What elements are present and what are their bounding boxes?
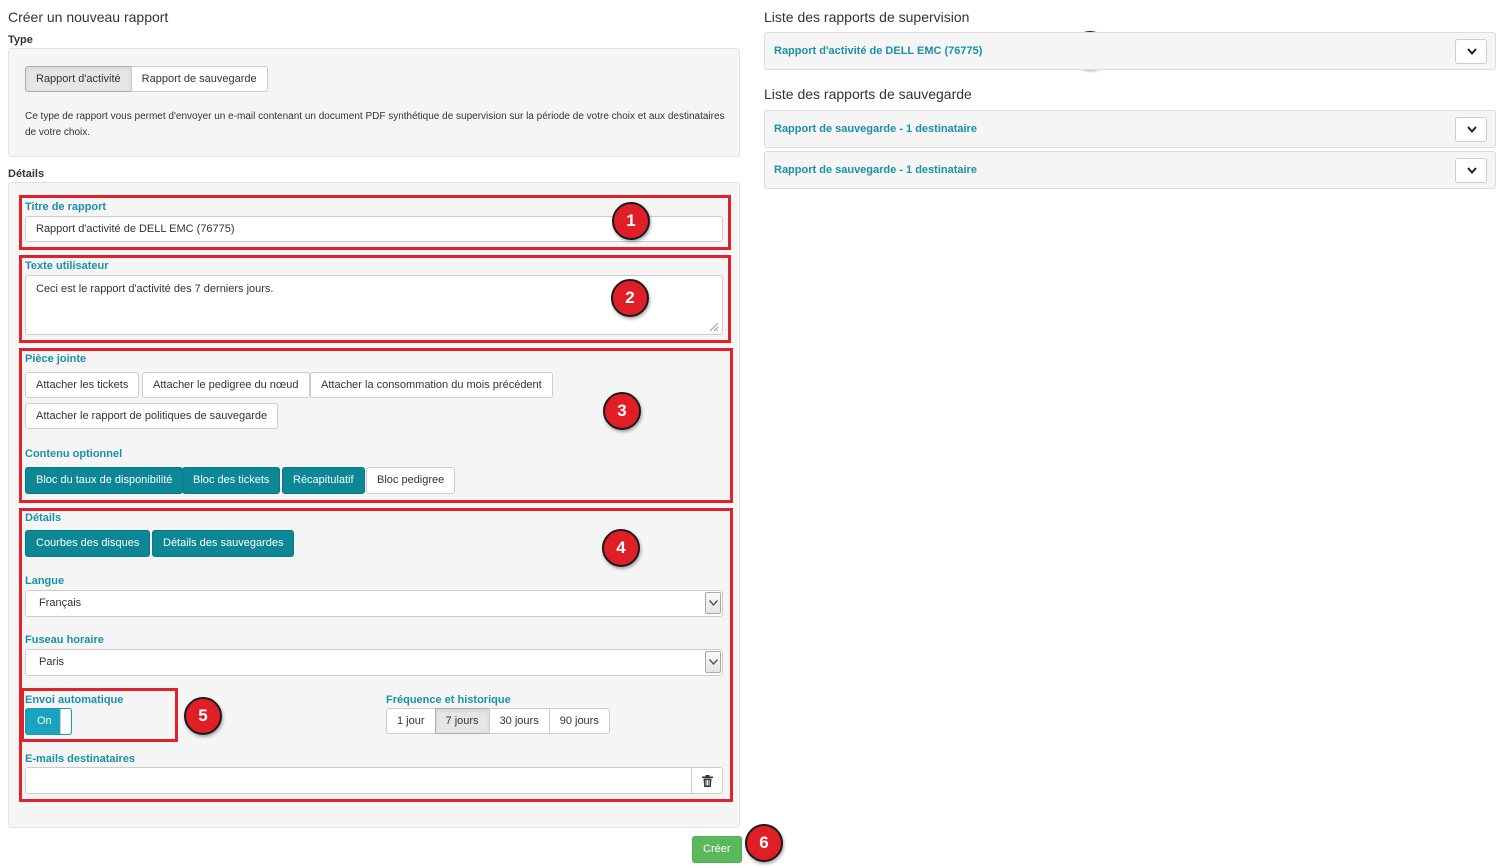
supervision-list-title: Liste des rapports de supervision xyxy=(764,9,970,25)
create-button[interactable]: Créer xyxy=(692,836,742,863)
expand-button[interactable] xyxy=(1455,39,1487,64)
marker-2: 2 xyxy=(611,279,649,317)
backup-report-title[interactable]: Rapport de sauvegarde - 1 destinataire xyxy=(774,164,977,176)
marker-5: 5 xyxy=(184,697,222,735)
backup-report-item[interactable]: Rapport de sauvegarde - 1 destinataire xyxy=(764,151,1496,189)
expand-button[interactable] xyxy=(1455,158,1487,183)
marker-1: 1 xyxy=(612,202,650,240)
supervision-report-item[interactable]: Rapport d'activité de DELL EMC (76775) xyxy=(764,32,1496,70)
type-description: Ce type de rapport vous permet d'envoyer… xyxy=(25,111,725,138)
marker-6: 6 xyxy=(745,824,783,862)
type-label: Type xyxy=(8,34,33,46)
tab-activity-report[interactable]: Rapport d'activité xyxy=(25,66,132,92)
marker-3: 3 xyxy=(603,392,641,430)
chevron-down-icon xyxy=(1467,167,1477,174)
expand-button[interactable] xyxy=(1455,117,1487,142)
backup-list-title: Liste des rapports de sauvegarde xyxy=(764,86,972,102)
backup-report-title[interactable]: Rapport de sauvegarde - 1 destinataire xyxy=(774,123,977,135)
highlight-box-auto-send xyxy=(21,688,178,742)
backup-report-item[interactable]: Rapport de sauvegarde - 1 destinataire xyxy=(764,110,1496,148)
create-report-title: Créer un nouveau rapport xyxy=(8,9,169,25)
chevron-down-icon xyxy=(1467,48,1477,55)
type-tabs: Rapport d'activité Rapport de sauvegarde xyxy=(25,66,268,92)
supervision-report-title[interactable]: Rapport d'activité de DELL EMC (76775) xyxy=(774,45,982,57)
tab-backup-report[interactable]: Rapport de sauvegarde xyxy=(130,66,268,92)
marker-4: 4 xyxy=(602,529,640,567)
details-section-label: Détails xyxy=(8,168,45,180)
chevron-down-icon xyxy=(1467,126,1477,133)
